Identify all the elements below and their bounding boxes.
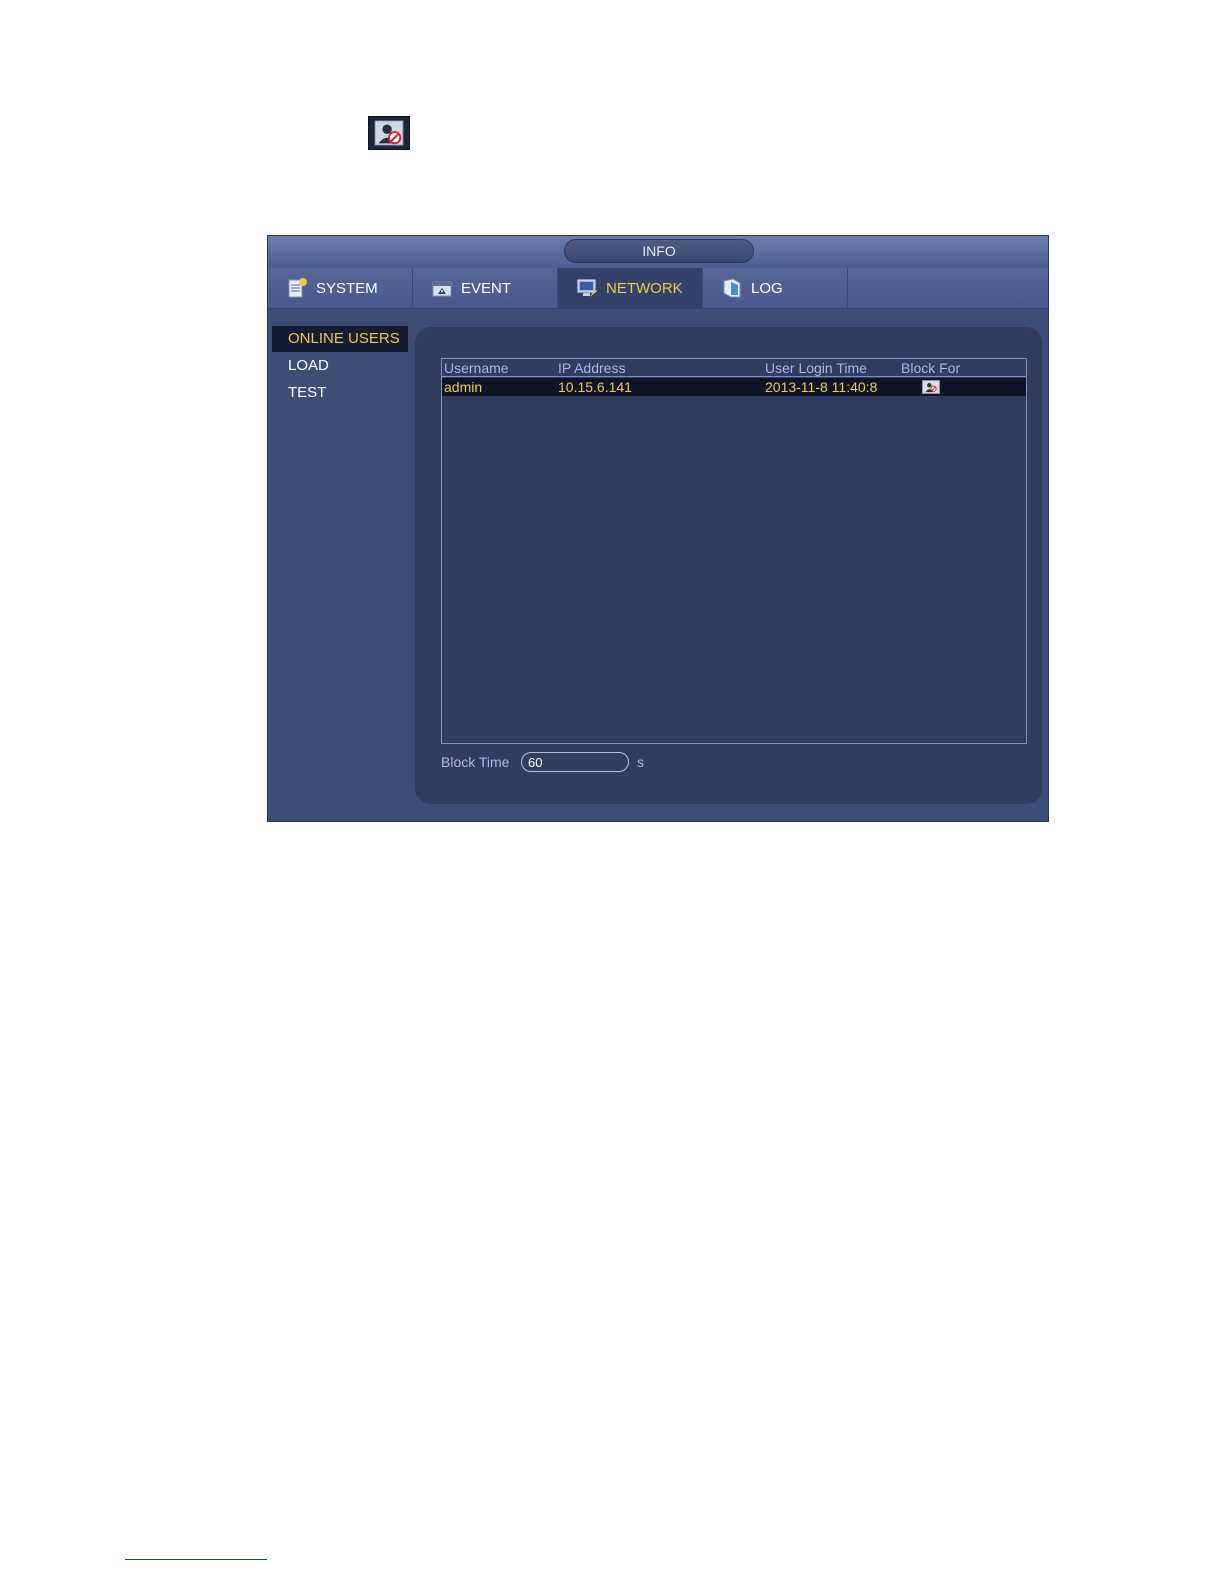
column-block-for: Block For <box>901 360 961 376</box>
tab-system[interactable]: SYSTEM <box>268 268 413 308</box>
tab-bar: SYSTEM EVENT NETWORK LOG <box>268 268 1048 309</box>
cell-ip-address: 10.15.6.141 <box>558 379 632 395</box>
sidebar-item-online-users[interactable]: ONLINE USERS <box>272 326 408 352</box>
log-icon <box>721 277 743 299</box>
tab-event[interactable]: EVENT <box>413 268 558 308</box>
tab-network-label: NETWORK <box>606 279 683 297</box>
tab-system-label: SYSTEM <box>316 279 378 297</box>
content-panel: Username IP Address User Login Time Bloc… <box>415 327 1042 804</box>
column-ip-address: IP Address <box>558 360 626 376</box>
footer-divider <box>125 1559 267 1560</box>
tab-log-label: LOG <box>751 279 783 297</box>
info-window: INFO SYSTEM EVENT NETWORK LOG ONLINE USE… <box>267 235 1049 822</box>
block-time-unit: s <box>637 754 644 770</box>
cell-login-time: 2013-11-8 11:40:8 <box>765 379 878 395</box>
table-header: Username IP Address User Login Time Bloc… <box>442 359 1026 377</box>
window-title: INFO <box>564 239 754 263</box>
block-user-icon <box>368 116 410 150</box>
block-time-label: Block Time <box>441 754 510 770</box>
tab-log[interactable]: LOG <box>703 268 848 308</box>
tab-network[interactable]: NETWORK <box>558 268 703 308</box>
block-user-icon <box>925 383 937 393</box>
system-icon <box>286 277 308 299</box>
block-time-input[interactable] <box>521 752 629 772</box>
table-row[interactable]: admin 10.15.6.141 2013-11-8 11:40:8 <box>442 378 1026 396</box>
cell-username: admin <box>444 379 483 395</box>
title-bar: INFO <box>268 236 1048 268</box>
network-icon <box>576 277 598 299</box>
tab-event-label: EVENT <box>461 279 512 297</box>
online-users-table: Username IP Address User Login Time Bloc… <box>441 358 1027 744</box>
column-username: Username <box>444 360 509 376</box>
block-user-button[interactable] <box>922 380 940 394</box>
sidebar-item-load[interactable]: LOAD <box>272 353 408 379</box>
sidebar: ONLINE USERS LOAD TEST <box>272 326 408 407</box>
column-login-time: User Login Time <box>765 360 867 376</box>
event-icon <box>431 277 453 299</box>
sidebar-item-test[interactable]: TEST <box>272 380 408 406</box>
